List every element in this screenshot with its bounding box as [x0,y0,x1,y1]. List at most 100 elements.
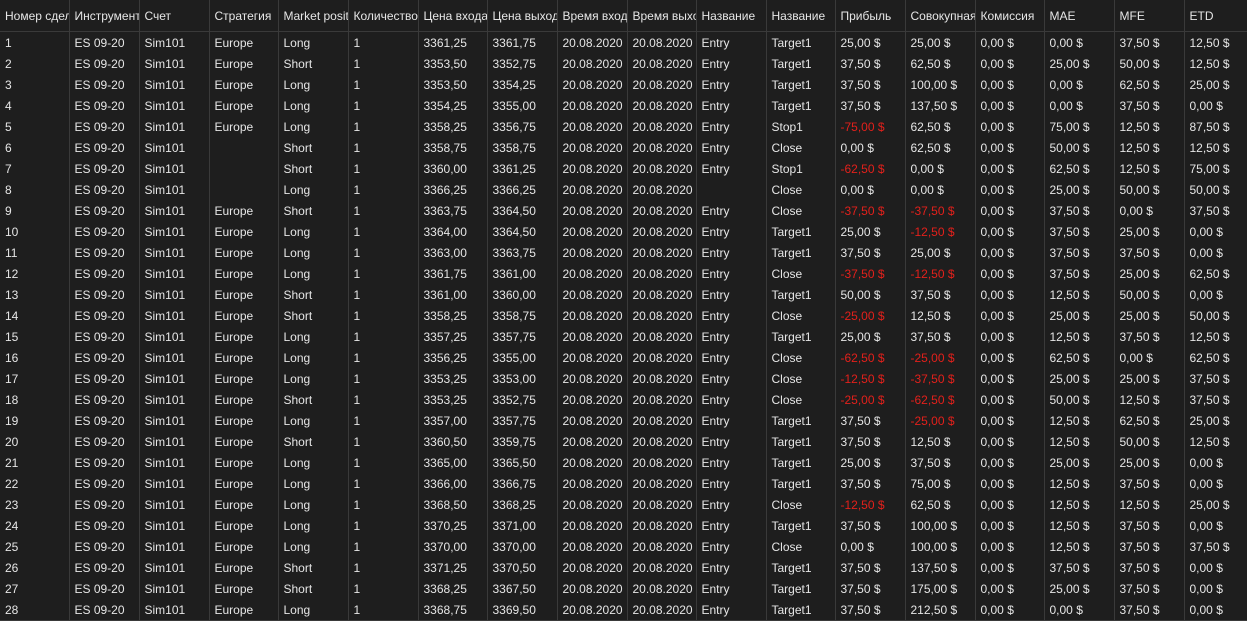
column-header-position[interactable]: Market position [278,0,349,32]
cell-cumulative: -37,50 $ [905,200,976,221]
table-row[interactable]: 3 ES 09-20 Sim101 Europe Long 1 3353,50 3354,25… [0,74,1247,95]
column-header-strategy[interactable]: Стратегия [209,0,279,32]
table-row[interactable]: 20 ES 09-20 Sim101 Europe Short 1 3360,50 3359,… [0,431,1247,452]
cell-mfe: 37,50 $ [1114,31,1185,53]
cell-entry_name: Entry [696,515,767,536]
cell-cumulative: 37,50 $ [905,326,976,347]
cell-num: 23 [0,494,70,515]
table-row[interactable]: 8 ES 09-20 Sim101 Long 1 3366,25 3366,25 20.08.… [0,179,1247,200]
cell-entry_time: 20.08.2020 [557,74,628,95]
cell-instrument: ES 09-20 [69,599,140,621]
cell-commission: 0,00 $ [975,284,1045,305]
cell-profit: 37,50 $ [835,515,906,536]
column-header-account[interactable]: Счет [139,0,210,32]
cell-position: Short [278,389,349,410]
cell-profit: 37,50 $ [835,578,906,599]
table-row[interactable]: 10 ES 09-20 Sim101 Europe Long 1 3364,00 3364,5… [0,221,1247,242]
cell-num: 27 [0,578,70,599]
column-header-exit_time[interactable]: Время выхода [627,0,697,32]
column-header-qty[interactable]: Количество [348,0,419,32]
cell-entry_time: 20.08.2020 [557,31,628,53]
column-header-entry_price[interactable]: Цена входа [418,0,488,32]
table-row[interactable]: 24 ES 09-20 Sim101 Europe Long 1 3370,25 3371,0… [0,515,1247,536]
cell-cumulative: 25,00 $ [905,31,976,53]
cell-num: 19 [0,410,70,431]
cell-etd: 0,00 $ [1184,578,1247,599]
column-header-exit_name[interactable]: Название [766,0,836,32]
cell-mfe: 12,50 $ [1114,158,1185,179]
table-row[interactable]: 2 ES 09-20 Sim101 Europe Short 1 3353,50 3352,7… [0,53,1247,74]
table-row[interactable]: 11 ES 09-20 Sim101 Europe Long 1 3363,00 3363,7… [0,242,1247,263]
cell-strategy: Europe [209,452,279,473]
cell-num: 25 [0,536,70,557]
cell-commission: 0,00 $ [975,242,1045,263]
cell-entry_price: 3364,00 [418,221,488,242]
cell-qty: 1 [348,557,419,578]
column-header-commission[interactable]: Комиссия [975,0,1045,32]
cell-exit_name: Target1 [766,53,836,74]
cell-mae: 25,00 $ [1044,368,1115,389]
cell-position: Long [278,221,349,242]
table-row[interactable]: 18 ES 09-20 Sim101 Europe Short 1 3353,25 3352,… [0,389,1247,410]
cell-mfe: 0,00 $ [1114,200,1185,221]
table-row[interactable]: 26 ES 09-20 Sim101 Europe Short 1 3371,25 3370,… [0,557,1247,578]
cell-instrument: ES 09-20 [69,179,140,200]
column-header-cumulative[interactable]: Совокупная прибыль [905,0,976,32]
column-header-mae[interactable]: MAE [1044,0,1115,32]
column-header-entry_name[interactable]: Название [696,0,767,32]
cell-num: 9 [0,200,70,221]
cell-instrument: ES 09-20 [69,536,140,557]
cell-exit_time: 20.08.2020 [627,452,697,473]
table-row[interactable]: 27 ES 09-20 Sim101 Europe Short 1 3368,25 3367,… [0,578,1247,599]
cell-qty: 1 [348,200,419,221]
cell-exit_price: 3364,50 [487,221,558,242]
table-row[interactable]: 15 ES 09-20 Sim101 Europe Long 1 3357,25 3357,7… [0,326,1247,347]
cell-mae: 12,50 $ [1044,515,1115,536]
column-header-exit_price[interactable]: Цена выхода [487,0,558,32]
table-row[interactable]: 4 ES 09-20 Sim101 Europe Long 1 3354,25 3355,00… [0,95,1247,116]
table-row[interactable]: 21 ES 09-20 Sim101 Europe Long 1 3365,00 3365,5… [0,452,1247,473]
cell-exit_price: 3352,75 [487,53,558,74]
cell-etd: 0,00 $ [1184,95,1247,116]
table-row[interactable]: 12 ES 09-20 Sim101 Europe Long 1 3361,75 3361,0… [0,263,1247,284]
table-row[interactable]: 28 ES 09-20 Sim101 Europe Long 1 3368,75 3369,5… [0,599,1247,621]
table-row[interactable]: 19 ES 09-20 Sim101 Europe Long 1 3357,00 3357,7… [0,410,1247,431]
cell-account: Sim101 [139,347,210,368]
table-row[interactable]: 5 ES 09-20 Sim101 Europe Long 1 3358,25 3356,75… [0,116,1247,137]
table-row[interactable]: 17 ES 09-20 Sim101 Europe Long 1 3353,25 3353,0… [0,368,1247,389]
cell-num: 12 [0,263,70,284]
cell-mae: 37,50 $ [1044,557,1115,578]
cell-cumulative: 0,00 $ [905,158,976,179]
cell-entry_time: 20.08.2020 [557,284,628,305]
cell-mfe: 12,50 $ [1114,116,1185,137]
column-header-instrument[interactable]: Инструмент [69,0,140,32]
cell-profit: -12,50 $ [835,368,906,389]
column-header-num[interactable]: Номер сделки [0,0,70,32]
column-header-mfe[interactable]: MFE [1114,0,1185,32]
cell-cumulative: -12,50 $ [905,263,976,284]
table-row[interactable]: 23 ES 09-20 Sim101 Europe Long 1 3368,50 3368,2… [0,494,1247,515]
cell-entry_name: Entry [696,557,767,578]
cell-commission: 0,00 $ [975,473,1045,494]
table-row[interactable]: 22 ES 09-20 Sim101 Europe Long 1 3366,00 3366,7… [0,473,1247,494]
table-row[interactable]: 9 ES 09-20 Sim101 Europe Short 1 3363,75 3364,5… [0,200,1247,221]
cell-cumulative: 137,50 $ [905,95,976,116]
table-row[interactable]: 14 ES 09-20 Sim101 Europe Short 1 3358,25 3358,… [0,305,1247,326]
table-row[interactable]: 1 ES 09-20 Sim101 Europe Long 1 3361,25 3361,75… [0,31,1247,53]
table-row[interactable]: 7 ES 09-20 Sim101 Short 1 3360,00 3361,25 20.08… [0,158,1247,179]
table-row[interactable]: 6 ES 09-20 Sim101 Short 1 3358,75 3358,75 20.08… [0,137,1247,158]
table-row[interactable]: 25 ES 09-20 Sim101 Europe Long 1 3370,00 3370,0… [0,536,1247,557]
cell-mfe: 12,50 $ [1114,389,1185,410]
table-header: Номер сделкиИнструментСчетСтратегияMarke… [0,0,1247,32]
cell-position: Long [278,599,349,621]
table-row[interactable]: 16 ES 09-20 Sim101 Europe Long 1 3356,25 3355,0… [0,347,1247,368]
column-header-etd[interactable]: ETD [1184,0,1247,32]
cell-commission: 0,00 $ [975,557,1045,578]
cell-mfe: 50,00 $ [1114,431,1185,452]
cell-entry_time: 20.08.2020 [557,347,628,368]
header-row: Номер сделкиИнструментСчетСтратегияMarke… [0,0,1247,32]
column-header-entry_time[interactable]: Время входа [557,0,628,32]
table-row[interactable]: 13 ES 09-20 Sim101 Europe Short 1 3361,00 3360,… [0,284,1247,305]
column-header-profit[interactable]: Прибыль [835,0,906,32]
cell-profit: 37,50 $ [835,53,906,74]
